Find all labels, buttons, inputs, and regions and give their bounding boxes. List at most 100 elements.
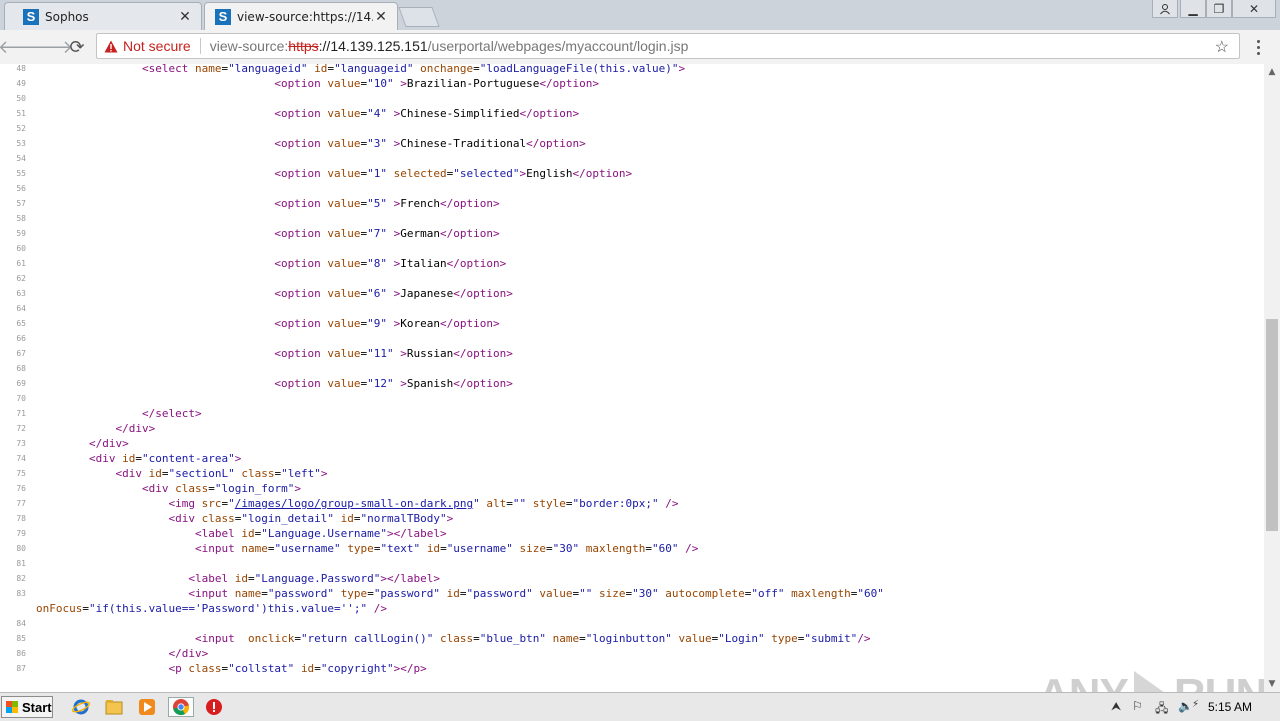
line-number: 51 <box>16 109 26 118</box>
close-tab-icon[interactable]: ✕ <box>177 9 193 25</box>
source-code: <option value="9" >Korean</option> <box>274 317 500 330</box>
star-icon[interactable]: ☆ <box>1215 37 1229 57</box>
source-line: 70 <box>0 391 1264 406</box>
source-line: 63 <option value="6" >Japanese</option> <box>0 286 1264 301</box>
url-scheme: https <box>288 38 319 54</box>
source-line: 52 <box>0 121 1264 136</box>
source-line: 82 <label id="Language.Password"></label… <box>0 571 1264 586</box>
url-prefix: view-source: <box>209 38 289 54</box>
line-number: 62 <box>16 274 26 283</box>
source-line: 74 <div id="content-area"> <box>0 451 1264 466</box>
tab-view-source[interactable]: S view-source:https://14.139 ✕ <box>204 2 398 30</box>
source-code: <label id="Language.Username"></label> <box>194 527 447 540</box>
internet-explorer-icon[interactable] <box>70 697 92 717</box>
restore-icon[interactable]: ❐ <box>1206 0 1232 18</box>
security-status-label[interactable]: Not secure <box>123 38 191 54</box>
line-number: 65 <box>16 319 26 328</box>
line-number: 57 <box>16 199 26 208</box>
source-line: 57 <option value="5" >French</option> <box>0 196 1264 211</box>
chrome-icon[interactable] <box>168 697 194 717</box>
source-line: 65 <option value="9" >Korean</option> <box>0 316 1264 331</box>
volume-icon[interactable]: 🔈 <box>1178 699 1193 713</box>
line-number: 82 <box>16 574 26 583</box>
tab-sophos[interactable]: S Sophos ✕ <box>4 2 202 30</box>
page-source-view: 48 <select name="languageid" id="languag… <box>0 64 1264 692</box>
menu-dots-icon[interactable] <box>1252 38 1264 56</box>
reload-icon[interactable]: ⟳ <box>66 37 88 58</box>
source-code: </select> <box>141 407 202 420</box>
anyrun-watermark: ANY RUN <box>1038 670 1264 692</box>
line-number: 66 <box>16 334 26 343</box>
source-code: <option value="4" >Chinese-Simplified</o… <box>274 107 580 120</box>
network-icon[interactable]: 🖧 <box>1155 699 1168 720</box>
source-code: onFocus="if(this.value=='Password')this.… <box>36 602 388 615</box>
source-line: 71 </select> <box>0 406 1264 421</box>
watermark-right-text: RUN <box>1174 670 1264 692</box>
source-line: 75 <div id="sectionL" class="left"> <box>0 466 1264 481</box>
stop-icon[interactable] <box>203 697 225 717</box>
source-line: 58 <box>0 211 1264 226</box>
url-host: ://14.139.125.151 <box>318 38 428 54</box>
source-code: <option value="7" >German</option> <box>274 227 500 240</box>
source-line: 48 <select name="languageid" id="languag… <box>0 64 1264 76</box>
source-line: 49 <option value="10" >Brazilian-Portugu… <box>0 76 1264 91</box>
scroll-down-icon[interactable]: ▼ <box>1264 676 1280 692</box>
watermark-left-text: ANY <box>1038 670 1129 692</box>
source-line: 84 <box>0 616 1264 631</box>
line-number: 55 <box>16 169 26 178</box>
line-number: 69 <box>16 379 26 388</box>
flag-icon[interactable]: ⚐ <box>1132 699 1143 713</box>
line-number: 52 <box>16 124 26 133</box>
line-number: 67 <box>16 349 26 358</box>
start-label: Start <box>22 699 52 715</box>
close-tab-icon[interactable]: ✕ <box>373 9 389 25</box>
new-tab-button[interactable] <box>398 7 440 27</box>
forward-arrow-icon[interactable]: 🡒 <box>25 37 73 58</box>
vertical-scrollbar[interactable]: ▲ ▼ <box>1264 64 1280 692</box>
close-icon[interactable]: ✕ <box>1232 0 1276 18</box>
line-number: 50 <box>16 94 26 103</box>
sophos-favicon-icon: S <box>23 8 39 25</box>
tab-title: Sophos <box>45 9 89 24</box>
source-code: <option value="8" >Italian</option> <box>274 257 507 270</box>
line-number: 68 <box>16 364 26 373</box>
line-number: 72 <box>16 424 26 433</box>
minimize-icon[interactable]: ▁ <box>1180 0 1206 18</box>
start-button[interactable]: Start <box>1 696 53 718</box>
source-line: 80 <input name="username" type="text" id… <box>0 541 1264 556</box>
source-line: 73 </div> <box>0 436 1264 451</box>
source-line: 81 <box>0 556 1264 571</box>
line-number: 78 <box>16 514 26 523</box>
scrollbar-thumb[interactable] <box>1266 319 1278 531</box>
tab-strip: S Sophos ✕ S view-source:https://14.139 … <box>0 0 1280 30</box>
source-line: 76 <div class="login_form"> <box>0 481 1264 496</box>
address-bar[interactable]: Not secure view-source: https://14.139.12… <box>96 33 1240 59</box>
scroll-up-icon[interactable]: ▲ <box>1264 64 1280 80</box>
line-number: 61 <box>16 259 26 268</box>
media-player-icon[interactable] <box>136 697 158 717</box>
line-number: 85 <box>16 634 26 643</box>
source-code: <div id="content-area"> <box>88 452 242 465</box>
source-line: 69 <option value="12" >Spanish</option> <box>0 376 1264 391</box>
source-code: <option value="12" >Spanish</option> <box>274 377 513 390</box>
line-number: 76 <box>16 484 26 493</box>
line-number: 58 <box>16 214 26 223</box>
source-code: </div> <box>88 437 129 450</box>
user-icon[interactable] <box>1152 0 1178 18</box>
source-code: <img src="/images/logo/group-small-on-da… <box>168 497 679 510</box>
file-explorer-icon[interactable] <box>103 697 125 717</box>
source-line: 54 <box>0 151 1264 166</box>
sophos-favicon-icon: S <box>215 8 231 25</box>
source-code: <option value="6" >Japanese</option> <box>274 287 513 300</box>
source-line: 53 <option value="3" >Chinese-Traditiona… <box>0 136 1264 151</box>
source-code: <div class="login_detail" id="normalTBod… <box>168 512 454 525</box>
line-number: 87 <box>16 664 26 673</box>
browser-toolbar: 🡐 🡒 ⟳ Not secure view-source: https://14.… <box>0 30 1280 65</box>
source-line: 59 <option value="7" >German</option> <box>0 226 1264 241</box>
source-line: 77 <img src="/images/logo/group-small-on… <box>0 496 1264 511</box>
line-number: 49 <box>16 79 26 88</box>
line-number: 83 <box>16 589 26 598</box>
power-icon[interactable]: ⚡ <box>1192 699 1199 710</box>
tray-up-arrow-icon[interactable]: ⮝ <box>1111 699 1121 714</box>
source-line: onFocus="if(this.value=='Password')this.… <box>0 601 1264 616</box>
